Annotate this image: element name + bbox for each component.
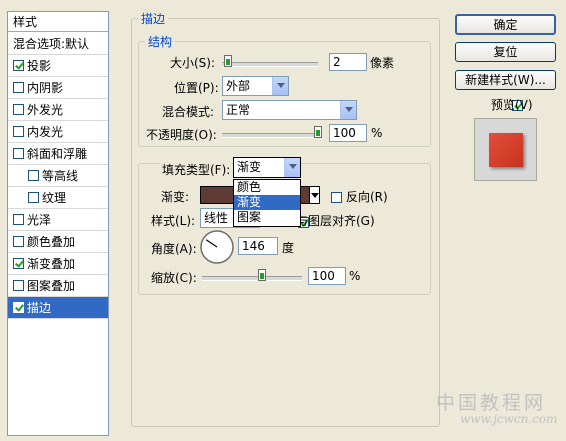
blend-options-label: 混合选项:默认	[13, 37, 90, 51]
blend-options-item[interactable]: 混合选项:默认	[8, 33, 108, 55]
watermark-url: www.jcwcn.com	[460, 412, 558, 426]
style-item-label: 图案叠加	[27, 279, 76, 293]
style-list-item[interactable]: 斜面和浮雕	[8, 143, 108, 165]
style-list-item[interactable]: 内发光	[8, 121, 108, 143]
style-list-item[interactable]: 外发光	[8, 99, 108, 121]
style-list-item[interactable]: 内阴影	[8, 77, 108, 99]
style-checkbox[interactable]	[28, 170, 39, 181]
chevron-down-icon[interactable]	[340, 101, 356, 119]
scale-input[interactable]: 100	[308, 267, 346, 285]
styles-header: 样式	[8, 12, 108, 32]
style-item-label: 内发光	[27, 125, 64, 139]
style-item-label: 纹理	[42, 191, 67, 205]
reverse-label: 反向(R)	[346, 190, 388, 204]
style-list-item[interactable]: 渐变叠加	[8, 253, 108, 275]
style-checkbox[interactable]	[13, 236, 24, 247]
style-checkbox[interactable]	[13, 104, 24, 115]
stroke-group-title: 描边	[141, 12, 166, 26]
angle-label: 角度(A):	[151, 242, 197, 256]
style-list-item[interactable]: 光泽	[8, 209, 108, 231]
style-list-item[interactable]: 颜色叠加	[8, 231, 108, 253]
style-checkbox[interactable]	[13, 280, 24, 291]
angle-unit: 度	[282, 241, 295, 255]
blend-mode-select[interactable]: 正常	[222, 100, 357, 120]
chevron-down-icon[interactable]	[284, 158, 300, 177]
angle-dial[interactable]	[199, 229, 235, 265]
style-item-label: 斜面和浮雕	[27, 147, 88, 161]
size-unit: 像素	[370, 56, 395, 70]
fill-type-option[interactable]: 渐变	[234, 195, 300, 210]
style-list-item[interactable]: 等高线	[8, 165, 108, 187]
reverse-checkbox[interactable]	[331, 192, 342, 203]
angle-input[interactable]: 146	[238, 237, 278, 255]
style-checkbox[interactable]	[13, 258, 24, 269]
style-list-item[interactable]: 图案叠加	[8, 275, 108, 297]
style-checkbox[interactable]	[13, 302, 24, 313]
style-checkbox[interactable]	[13, 214, 24, 225]
reset-button[interactable]: 复位	[455, 42, 556, 62]
style-item-label: 内阴影	[27, 81, 64, 95]
style-checkbox[interactable]	[13, 60, 24, 71]
position-select[interactable]: 外部	[222, 76, 289, 96]
size-input[interactable]: 2	[329, 53, 367, 71]
structure-title: 结构	[148, 35, 173, 49]
style-item-label: 颜色叠加	[27, 235, 76, 249]
style-item-label: 描边	[27, 301, 52, 315]
style-list-item[interactable]: 纹理	[8, 187, 108, 209]
watermark-logo-text: 中国教程网	[436, 392, 547, 414]
size-slider-thumb[interactable]	[223, 55, 232, 67]
opacity-label: 不透明度(O):	[146, 128, 217, 142]
fill-type-option[interactable]: 颜色	[234, 180, 300, 195]
style-preview-box	[474, 118, 537, 181]
style-item-label: 渐变叠加	[27, 257, 76, 271]
style-label: 样式(L):	[151, 214, 196, 228]
opacity-slider-thumb[interactable]	[314, 126, 322, 138]
style-preview-swatch	[489, 133, 523, 167]
style-checkbox[interactable]	[13, 82, 24, 93]
position-value: 外部	[226, 79, 251, 93]
style-value: 线性	[204, 211, 229, 225]
new-style-button[interactable]: 新建样式(W)...	[455, 70, 556, 90]
styles-list: 样式 混合选项:默认 投影内阴影外发光内发光斜面和浮雕等高线纹理光泽颜色叠加渐变…	[7, 11, 109, 436]
style-item-label: 投影	[27, 59, 52, 73]
scale-slider-thumb[interactable]	[258, 269, 266, 281]
size-label: 大小(S):	[170, 56, 216, 70]
scale-unit: %	[349, 269, 361, 283]
gradient-label: 渐变:	[161, 190, 190, 204]
scale-label: 缩放(C):	[151, 271, 197, 285]
scale-slider-track[interactable]	[202, 276, 302, 281]
style-checkbox[interactable]	[13, 148, 24, 159]
opacity-input[interactable]: 100	[329, 124, 367, 142]
style-checkbox[interactable]	[13, 126, 24, 137]
fill-type-select[interactable]: 渐变	[233, 157, 301, 178]
position-label: 位置(P):	[174, 81, 219, 95]
gradient-picker-button[interactable]	[309, 186, 320, 204]
style-checkbox[interactable]	[28, 192, 39, 203]
fill-type-dropdown: 颜色 渐变 图案	[233, 179, 301, 227]
blend-mode-value: 正常	[226, 103, 251, 117]
fill-type-label: 填充类型(F):	[160, 161, 233, 178]
preview-label: 预览(V)	[491, 98, 533, 112]
style-list-item[interactable]: 投影	[8, 55, 108, 77]
align-layer-label: 与图层对齐(G)	[296, 214, 375, 228]
style-item-label: 等高线	[42, 169, 79, 183]
fill-type-option[interactable]: 图案	[234, 210, 300, 225]
opacity-slider-track[interactable]	[222, 133, 322, 138]
chevron-down-icon	[311, 193, 319, 198]
style-item-label: 外发光	[27, 103, 64, 117]
fill-type-value: 渐变	[237, 160, 262, 174]
blend-mode-label: 混合模式:	[162, 105, 215, 119]
ok-button[interactable]: 确定	[455, 14, 556, 35]
size-slider-track[interactable]	[222, 62, 318, 67]
style-list-item[interactable]: 描边	[8, 297, 108, 319]
style-item-label: 光泽	[27, 213, 52, 227]
opacity-unit: %	[371, 126, 383, 140]
chevron-down-icon[interactable]	[272, 77, 288, 95]
